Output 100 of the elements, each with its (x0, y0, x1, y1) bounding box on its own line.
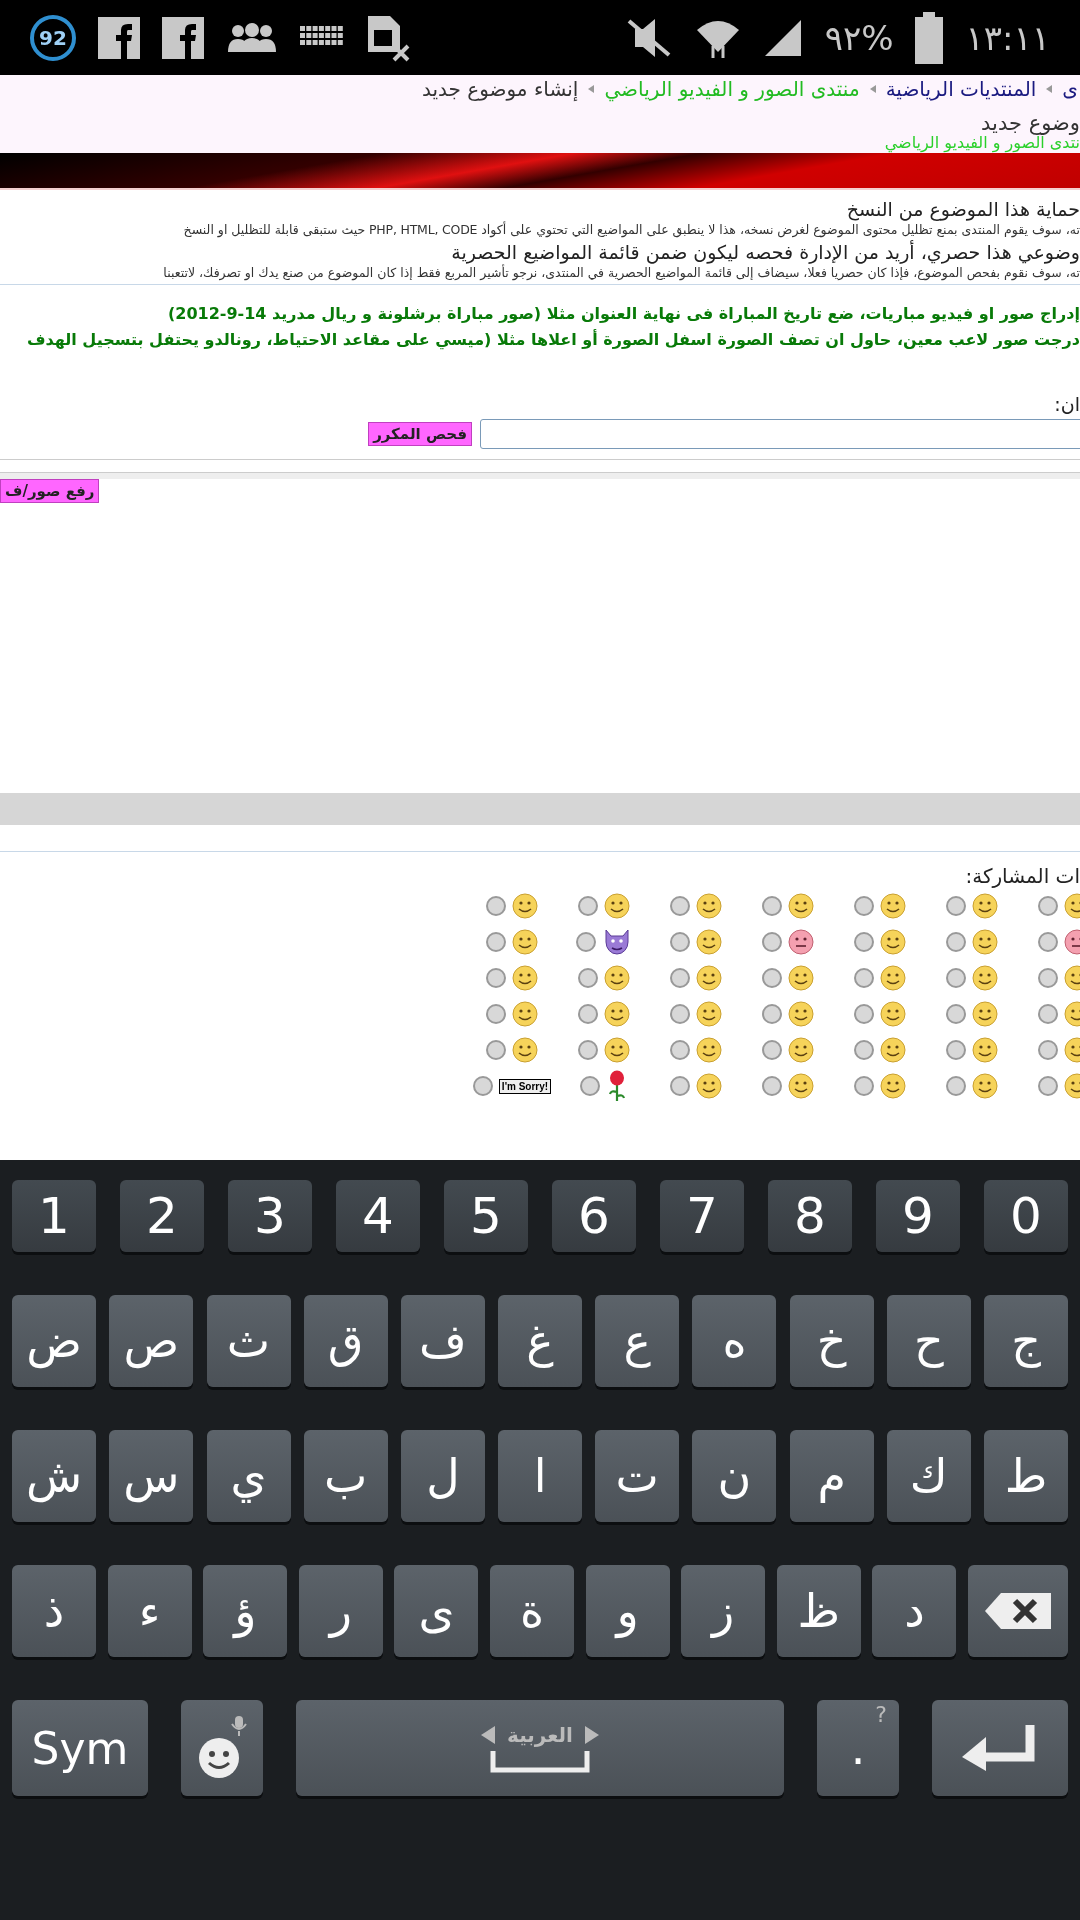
letter-key[interactable]: و (585, 1565, 670, 1657)
letter-key[interactable]: ا (498, 1430, 583, 1522)
smiley-radio[interactable] (946, 896, 966, 916)
space-key[interactable]: العربية (296, 1700, 784, 1796)
symbols-key[interactable]: Sym (12, 1700, 148, 1796)
smiley-radio[interactable] (854, 1040, 874, 1060)
smiley-radio[interactable] (854, 1076, 874, 1096)
smiley-radio[interactable] (1038, 932, 1058, 952)
letter-key[interactable]: ز (681, 1565, 766, 1657)
smiley-radio[interactable] (486, 896, 506, 916)
letter-key[interactable]: ك (886, 1430, 971, 1522)
smiley-radio[interactable] (472, 1076, 493, 1096)
letter-key[interactable]: ب (303, 1430, 388, 1522)
smilies-label: ات المشاركة: (964, 864, 1080, 888)
emoji-key[interactable] (181, 1700, 263, 1796)
clock: ١٣:١١ (965, 17, 1050, 58)
backspace-key[interactable] (968, 1565, 1068, 1657)
letter-key[interactable]: ه (692, 1295, 777, 1387)
title-input[interactable] (480, 419, 1080, 449)
letter-key[interactable]: ف (400, 1295, 485, 1387)
letter-key[interactable]: ض (12, 1295, 97, 1387)
breadcrumb-link[interactable]: ى (1062, 77, 1078, 101)
check-duplicate-button[interactable]: فحص المكرر (368, 422, 472, 446)
smiley-radio[interactable] (762, 1004, 782, 1024)
smiley-radio[interactable] (946, 1004, 966, 1024)
letter-key[interactable]: س (109, 1430, 194, 1522)
smiley-radio[interactable] (762, 896, 782, 916)
letter-key[interactable]: ق (303, 1295, 388, 1387)
letter-key[interactable]: ص (109, 1295, 194, 1387)
letter-key[interactable]: ث (206, 1295, 291, 1387)
letter-key[interactable]: ؤ (203, 1565, 288, 1657)
smiley-radio[interactable] (576, 932, 596, 952)
smiley-radio[interactable] (670, 1076, 690, 1096)
smiley-radio[interactable] (946, 968, 966, 988)
smiley-radio[interactable] (1038, 896, 1058, 916)
number-key[interactable]: 6 (552, 1180, 636, 1252)
breadcrumb-link[interactable]: إنشاء موضوع جديد (422, 77, 579, 101)
number-key[interactable]: 0 (984, 1180, 1068, 1252)
smiley-radio[interactable] (1038, 1004, 1058, 1024)
letter-key[interactable]: ط (984, 1430, 1068, 1522)
smiley-radio[interactable] (854, 1004, 874, 1024)
smiley-radio[interactable] (1038, 968, 1058, 988)
letter-key[interactable]: ة (490, 1565, 575, 1657)
number-key[interactable]: 3 (228, 1180, 312, 1252)
people-icon (226, 21, 278, 54)
letter-key[interactable]: ظ (776, 1565, 861, 1657)
breadcrumb-link[interactable]: المنتديات الرياضية (885, 77, 1037, 101)
smiley-radio[interactable] (670, 1004, 690, 1024)
smiley-radio[interactable] (670, 896, 690, 916)
letter-key[interactable]: ي (206, 1430, 291, 1522)
number-key[interactable]: 5 (444, 1180, 528, 1252)
letter-key[interactable]: ذ (12, 1565, 97, 1657)
smiley-radio[interactable] (854, 932, 874, 952)
number-key[interactable]: 8 (768, 1180, 852, 1252)
letter-key[interactable]: ج (984, 1295, 1068, 1387)
smiley-radio[interactable] (1038, 1040, 1058, 1060)
letter-key[interactable]: غ (498, 1295, 583, 1387)
letter-key[interactable]: ى (394, 1565, 479, 1657)
smiley-radio[interactable] (762, 1076, 782, 1096)
number-key[interactable]: 1 (12, 1180, 96, 1252)
letter-key[interactable]: ش (12, 1430, 97, 1522)
letter-key[interactable]: ر (298, 1565, 383, 1657)
smiley-radio[interactable] (578, 1040, 598, 1060)
smiley-radio[interactable] (762, 968, 782, 988)
enter-key[interactable] (932, 1700, 1068, 1796)
smiley-radio[interactable] (486, 932, 506, 952)
smiley-radio[interactable] (578, 1004, 598, 1024)
smiley-radio[interactable] (578, 968, 598, 988)
letter-key[interactable]: ع (595, 1295, 680, 1387)
number-key[interactable]: 9 (876, 1180, 960, 1252)
smiley-radio[interactable] (946, 932, 966, 952)
smiley-radio[interactable] (854, 896, 874, 916)
smiley-radio[interactable] (578, 896, 598, 916)
smiley-radio[interactable] (486, 1004, 506, 1024)
letter-key[interactable]: خ (789, 1295, 874, 1387)
number-key[interactable]: 7 (660, 1180, 744, 1252)
period-key[interactable]: ? . (817, 1700, 899, 1796)
smiley-radio[interactable] (762, 1040, 782, 1060)
upload-button[interactable]: رفع صور/ف (0, 479, 100, 503)
letter-key[interactable]: ل (400, 1430, 485, 1522)
smiley-radio[interactable] (670, 932, 690, 952)
smiley-radio[interactable] (580, 1076, 600, 1096)
letter-key[interactable]: ء (107, 1565, 192, 1657)
letter-key[interactable]: ح (886, 1295, 971, 1387)
smiley-icon (604, 893, 630, 919)
smiley-radio[interactable] (762, 932, 782, 952)
letter-key[interactable]: ن (692, 1430, 777, 1522)
number-key[interactable]: 4 (336, 1180, 420, 1252)
smiley-radio[interactable] (1038, 1076, 1058, 1096)
smiley-radio[interactable] (670, 1040, 690, 1060)
smiley-radio[interactable] (486, 1040, 506, 1060)
smiley-radio[interactable] (670, 968, 690, 988)
smiley-radio[interactable] (946, 1076, 966, 1096)
smiley-radio[interactable] (946, 1040, 966, 1060)
smiley-radio[interactable] (486, 968, 506, 988)
number-key[interactable]: 2 (120, 1180, 204, 1252)
letter-key[interactable]: د (872, 1565, 957, 1657)
letter-key[interactable]: ت (595, 1430, 680, 1522)
letter-key[interactable]: م (789, 1430, 874, 1522)
smiley-radio[interactable] (854, 968, 874, 988)
